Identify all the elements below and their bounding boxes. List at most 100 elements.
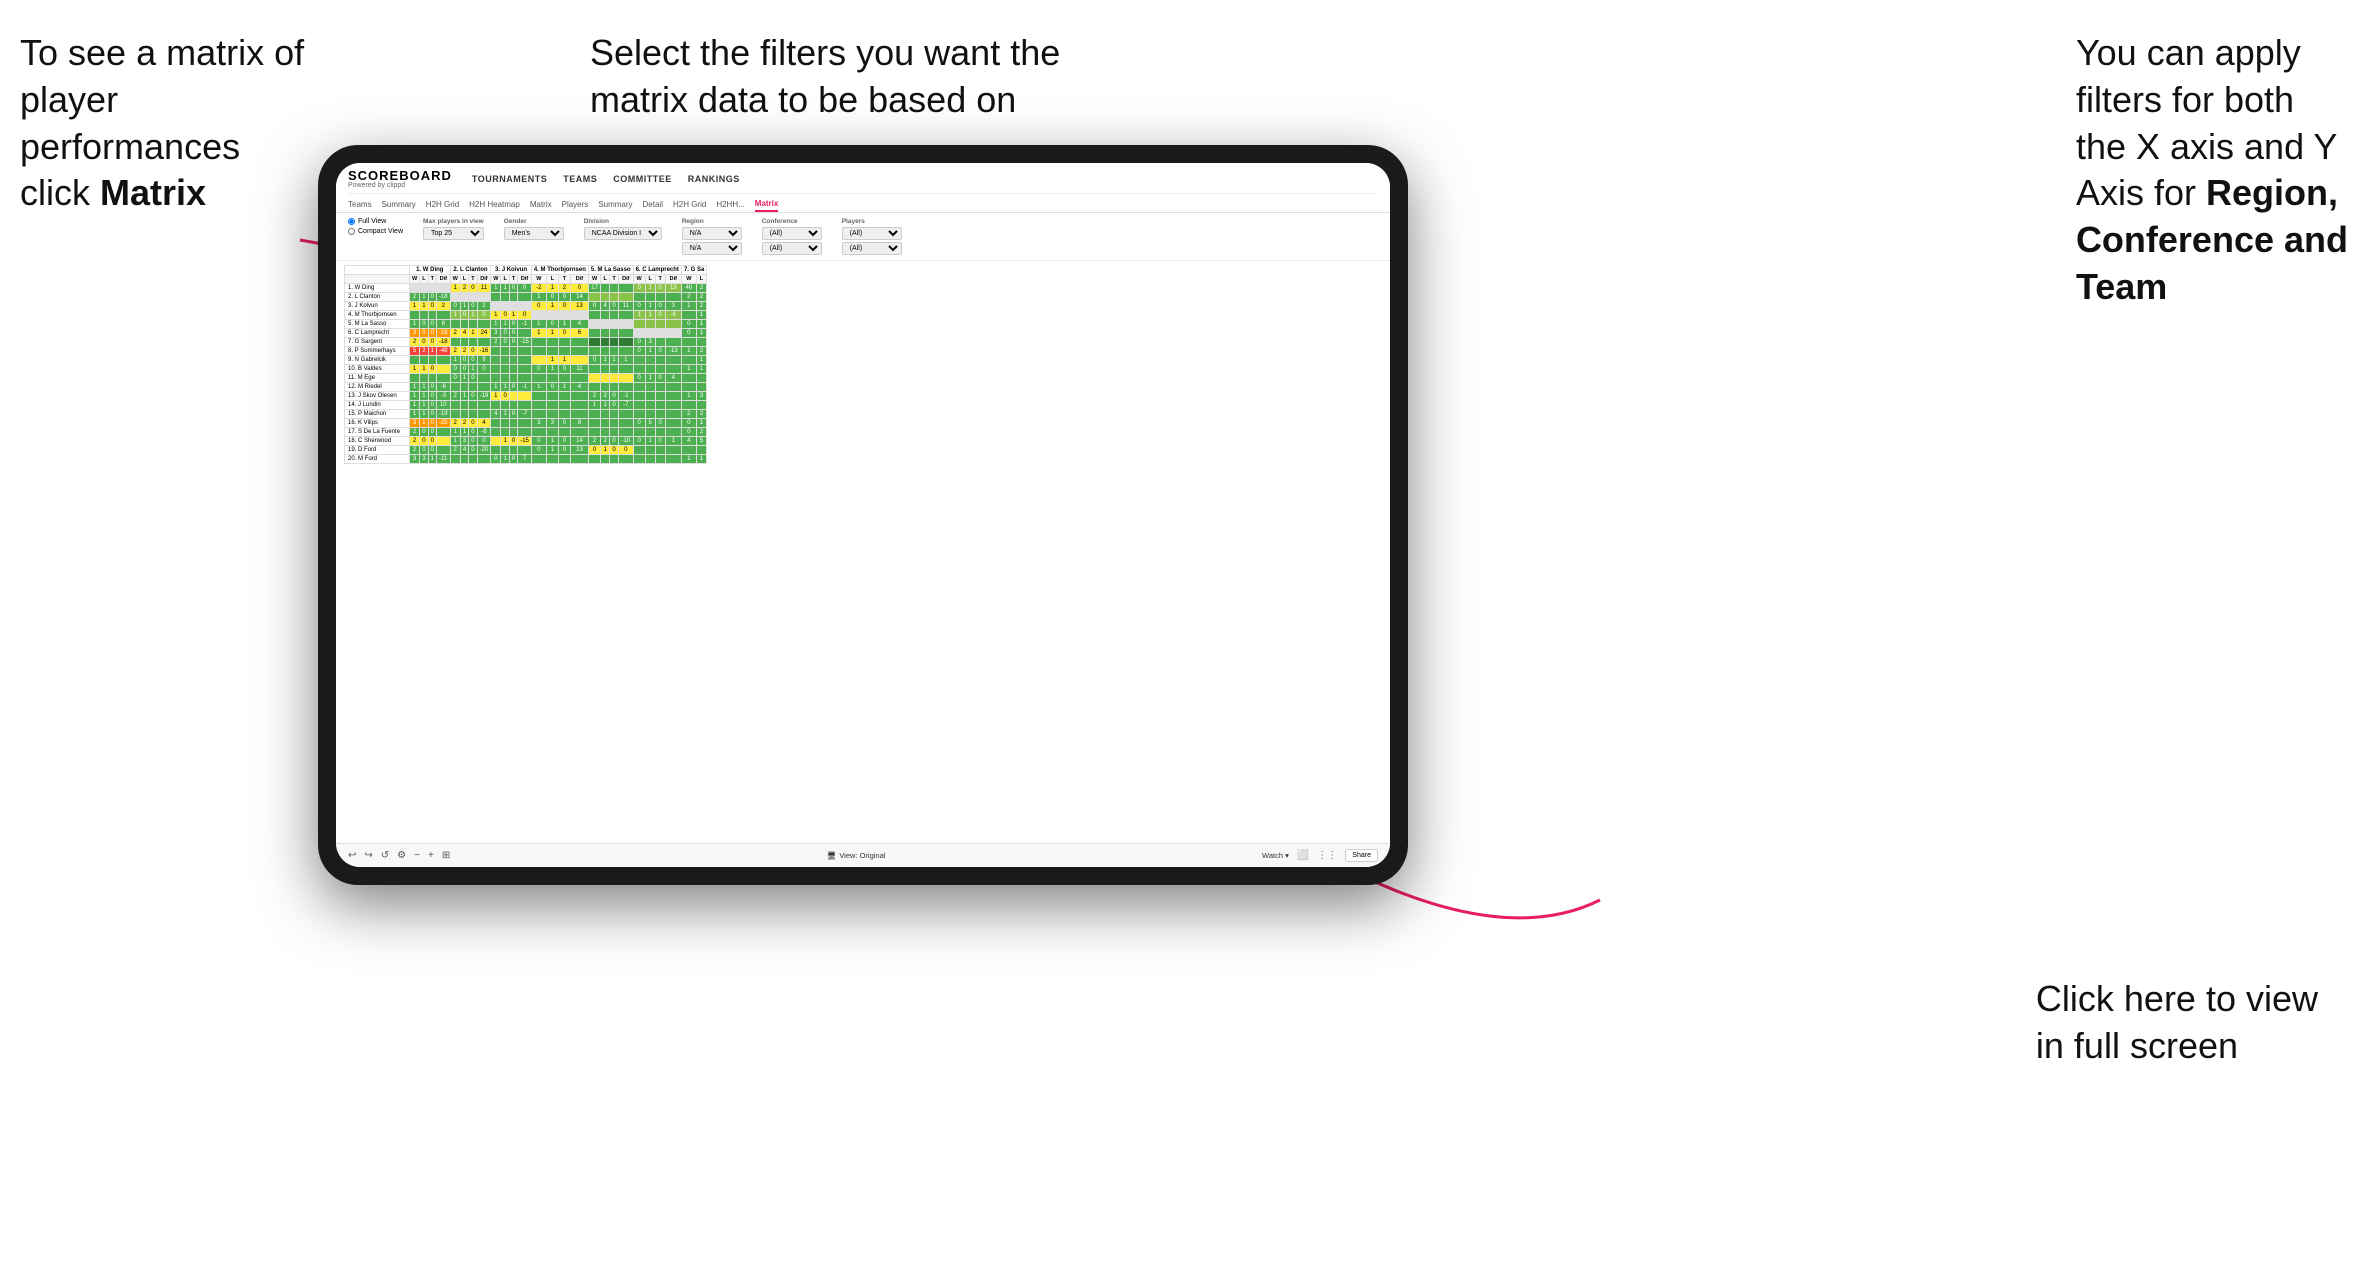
nav-teams[interactable]: TEAMS (563, 174, 597, 184)
filter-division-select[interactable]: NCAA Division I (584, 227, 662, 240)
filter-max-players: Max players in view Top 25 (423, 218, 484, 240)
filter-max-players-select[interactable]: Top 25 (423, 227, 484, 240)
player-name: 20. M Ford (345, 455, 410, 464)
sub-nav: Teams Summary H2H Grid H2H Heatmap Matri… (348, 193, 1378, 212)
sh-w6: W (633, 275, 645, 284)
toolbar-right: Watch ▾ ⬜ ⋮⋮ Share (1262, 849, 1378, 862)
subnav-detail[interactable]: Detail (643, 198, 663, 211)
ann-topmid-text: Select the filters you want the matrix d… (590, 32, 1060, 120)
screen-icon[interactable]: ⬜ (1297, 850, 1309, 861)
redo-icon[interactable]: ↪ (364, 850, 372, 861)
sh-t1: T (428, 275, 436, 284)
sh-l4: L (546, 275, 558, 284)
col-header-3: 3. J Koivun (491, 266, 532, 275)
grid-icon[interactable]: ⋮⋮ (1317, 850, 1337, 861)
filter-conference-label: Conference (762, 218, 822, 225)
col-header-6: 6. C Lamprecht (633, 266, 681, 275)
table-row: 4. M Thorbjornsen 1010 1010 110-6 1 (345, 311, 707, 320)
nav-rankings[interactable]: RANKINGS (688, 174, 740, 184)
table-row: 20. M Ford 331-11 0107 11 (345, 455, 707, 464)
ann-topleft-line3-plain: click (20, 172, 100, 213)
filters-bar: Full View Compact View Max players in vi… (336, 213, 1390, 261)
subnav-h2hh[interactable]: H2HH... (716, 198, 744, 211)
player-name: 18. C Sherwood (345, 437, 410, 446)
tablet-device: SCOREBOARD Powered by clippd TOURNAMENTS… (318, 145, 1408, 885)
subnav-matrix-active[interactable]: Matrix (755, 197, 779, 212)
filter-region: Region N/A N/A (682, 218, 742, 255)
filter-conference-select2[interactable]: (All) (762, 242, 822, 255)
ann-topright-l2: filters for both (2076, 79, 2294, 120)
ann-topright-l4-plain: Axis for (2076, 172, 2206, 213)
compact-view-label[interactable]: Compact View (348, 228, 403, 235)
zoom-in-icon[interactable]: + (428, 850, 434, 861)
table-row: 12. M Riedel 110-6 110-1 1014 (345, 383, 707, 392)
zoom-out-icon[interactable]: − (414, 850, 420, 861)
filter-players-select2[interactable]: (All) (842, 242, 902, 255)
sh-w1: W (410, 275, 420, 284)
table-row: 15. P Maichon 110-19 410-7 22 (345, 410, 707, 419)
filter-conference-select1[interactable]: (All) (762, 227, 822, 240)
nav-committee[interactable]: COMMITTEE (613, 174, 672, 184)
ann-topleft-line1: To see a matrix of (20, 32, 304, 73)
table-row: 10. B Valdes 110 0010 01011 11 (345, 365, 707, 374)
col-header-1: 1. W Ding (410, 266, 451, 275)
filter-gender: Gender Men's (504, 218, 564, 240)
col-header-5: 5. M La Sasso (588, 266, 633, 275)
sh-w7: W (681, 275, 696, 284)
filter-gender-select[interactable]: Men's (504, 227, 564, 240)
player-name: 5. M La Sasso (345, 320, 410, 329)
subnav-summary[interactable]: Summary (382, 198, 416, 211)
player-name: 1. W Ding (345, 284, 410, 293)
subnav-teams[interactable]: Teams (348, 198, 372, 211)
subnav-h2h-grid2[interactable]: H2H Grid (673, 198, 706, 211)
watch-button[interactable]: Watch ▾ (1262, 851, 1289, 860)
sh-l6: L (645, 275, 655, 284)
filter-region-select2[interactable]: N/A (682, 242, 742, 255)
sh-l2: L (460, 275, 468, 284)
toolbar-left: ↩ ↪ ↺ ⚙ − + ⊞ (348, 850, 450, 861)
annotation-topleft: To see a matrix of player performances c… (20, 30, 340, 217)
sh-t2: T (469, 275, 477, 284)
ann-topright-l4-bold: Region, (2206, 172, 2338, 213)
fullscreen-icon[interactable]: ⊞ (442, 850, 450, 861)
filter-region-select1[interactable]: N/A (682, 227, 742, 240)
undo-icon[interactable]: ↩ (348, 850, 356, 861)
player-name: 15. P Maichon (345, 410, 410, 419)
subnav-players[interactable]: Players (562, 198, 589, 211)
annotation-topright: You can apply filters for both the X axi… (2076, 30, 2348, 311)
sh-d1: Dif (436, 275, 450, 284)
subnav-h2h-heatmap[interactable]: H2H Heatmap (469, 198, 520, 211)
ann-topright-l3: the X axis and Y (2076, 126, 2338, 167)
sh-l1: L (420, 275, 428, 284)
matrix-container[interactable]: 1. W Ding 2. L Clanton 3. J Koivun 4. M … (336, 261, 1390, 843)
share-button[interactable]: Share (1345, 849, 1378, 862)
ann-bottomright-l2: in full screen (2036, 1025, 2238, 1066)
subnav-h2h-grid[interactable]: H2H Grid (426, 198, 459, 211)
full-view-radio[interactable] (348, 218, 355, 225)
table-row: 6. C Lamprecht 300-18 24124 300 1106 01 (345, 329, 707, 338)
ann-bottomright-l1: Click here to view (2036, 978, 2318, 1019)
scoreboard-logo: SCOREBOARD Powered by clippd (348, 169, 452, 189)
view-original[interactable]: 🖥 View: Original (827, 851, 886, 860)
filter-players-select1[interactable]: (All) (842, 227, 902, 240)
subnav-matrix[interactable]: Matrix (530, 198, 552, 211)
refresh-icon[interactable]: ↺ (381, 850, 389, 861)
scoreboard-header: SCOREBOARD Powered by clippd TOURNAMENTS… (336, 163, 1390, 213)
ann-topleft-bold: Matrix (100, 172, 206, 213)
ann-topleft-line2: player performances (20, 79, 240, 167)
sh-t4: T (558, 275, 570, 284)
col-header-7: 7. G Sa (681, 266, 706, 275)
player-name: 12. M Riedel (345, 383, 410, 392)
logo-text: SCOREBOARD (348, 169, 452, 182)
compact-view-radio[interactable] (348, 228, 355, 235)
monitor-icon: 🖥 (827, 851, 837, 860)
filter-division: Division NCAA Division I (584, 218, 662, 240)
subnav-summary2[interactable]: Summary (598, 198, 632, 211)
nav-tournaments[interactable]: TOURNAMENTS (472, 174, 547, 184)
sh-w5: W (588, 275, 600, 284)
sh-d2: Dif (477, 275, 491, 284)
player-name: 19. D Ford (345, 446, 410, 455)
full-view-label[interactable]: Full View (348, 218, 403, 225)
powered-by: Powered by clippd (348, 182, 452, 189)
settings-icon[interactable]: ⚙ (397, 850, 406, 861)
